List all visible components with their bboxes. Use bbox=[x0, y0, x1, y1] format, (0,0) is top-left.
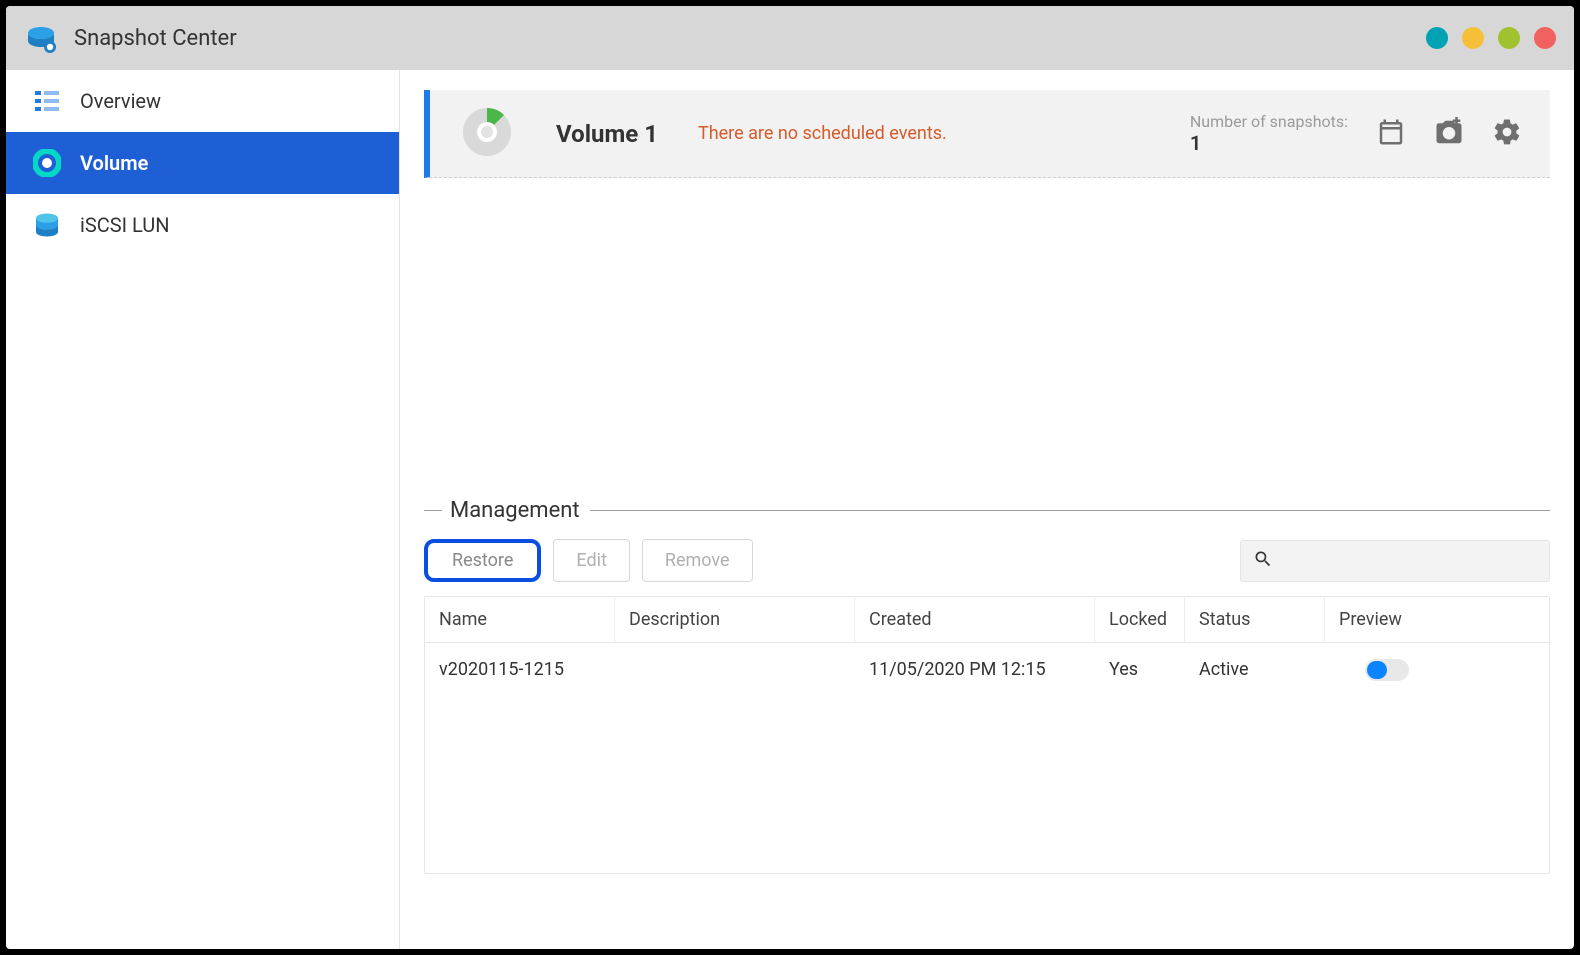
main-content: Volume 1 There are no scheduled events. … bbox=[400, 70, 1574, 949]
col-created[interactable]: Created bbox=[855, 597, 1095, 642]
volume-stats: Number of snapshots: 1 bbox=[1190, 112, 1522, 155]
take-snapshot-icon[interactable] bbox=[1434, 117, 1464, 151]
sidebar-item-label: Volume bbox=[80, 151, 148, 175]
window-controls bbox=[1426, 27, 1556, 49]
sidebar-item-label: Overview bbox=[80, 89, 161, 113]
cell-status: Active bbox=[1185, 655, 1325, 690]
snapshot-app-icon bbox=[24, 21, 58, 55]
window-control-dot[interactable] bbox=[1426, 27, 1448, 49]
snapshot-count-value: 1 bbox=[1190, 131, 1348, 155]
disk-usage-icon bbox=[458, 103, 516, 165]
settings-icon[interactable] bbox=[1492, 117, 1522, 151]
snapshot-table: Name Description Created Locked Status P… bbox=[424, 596, 1550, 874]
sidebar-item-iscsi[interactable]: iSCSI LUN bbox=[6, 194, 399, 256]
app-window: Snapshot Center Overview Volume bbox=[6, 6, 1574, 949]
col-name[interactable]: Name bbox=[425, 597, 615, 642]
cell-name: v2020115-1215 bbox=[425, 655, 615, 690]
search-icon bbox=[1253, 549, 1273, 573]
management-section: Management Restore Edit Remove Name bbox=[424, 498, 1550, 874]
remove-button[interactable]: Remove bbox=[642, 539, 753, 582]
volume-icon bbox=[32, 148, 62, 178]
window-control-dot[interactable] bbox=[1462, 27, 1484, 49]
titlebar-left: Snapshot Center bbox=[24, 21, 237, 55]
snapshot-count: Number of snapshots: 1 bbox=[1190, 112, 1348, 155]
restore-button[interactable]: Restore bbox=[424, 539, 541, 582]
cell-description bbox=[615, 655, 855, 690]
col-preview[interactable]: Preview bbox=[1325, 597, 1549, 642]
iscsi-icon bbox=[32, 210, 62, 240]
management-toolbar: Restore Edit Remove bbox=[424, 535, 1550, 596]
window-control-dot[interactable] bbox=[1498, 27, 1520, 49]
body: Overview Volume iSCSI LUN Volume 1 bbox=[6, 70, 1574, 949]
cell-preview bbox=[1325, 655, 1549, 690]
search-box[interactable] bbox=[1240, 540, 1550, 582]
window-title: Snapshot Center bbox=[74, 26, 237, 51]
table-row[interactable]: v2020115-1215 11/05/2020 PM 12:15 Yes Ac… bbox=[425, 643, 1549, 702]
volume-message: There are no scheduled events. bbox=[698, 123, 947, 144]
sidebar-item-overview[interactable]: Overview bbox=[6, 70, 399, 132]
window-control-dot[interactable] bbox=[1534, 27, 1556, 49]
schedule-icon[interactable] bbox=[1376, 117, 1406, 151]
management-title: Management bbox=[450, 498, 580, 523]
snapshot-count-label: Number of snapshots: bbox=[1190, 112, 1348, 131]
management-header: Management bbox=[424, 498, 1550, 523]
sidebar-item-volume[interactable]: Volume bbox=[6, 132, 399, 194]
cell-locked: Yes bbox=[1095, 655, 1185, 690]
titlebar: Snapshot Center bbox=[6, 6, 1574, 70]
col-locked[interactable]: Locked bbox=[1095, 597, 1185, 642]
search-input[interactable] bbox=[1281, 550, 1537, 571]
table-header: Name Description Created Locked Status P… bbox=[425, 597, 1549, 643]
col-description[interactable]: Description bbox=[615, 597, 855, 642]
table-body: v2020115-1215 11/05/2020 PM 12:15 Yes Ac… bbox=[425, 643, 1549, 873]
volume-actions bbox=[1376, 117, 1522, 151]
sidebar: Overview Volume iSCSI LUN bbox=[6, 70, 400, 949]
preview-toggle[interactable] bbox=[1365, 659, 1409, 681]
col-status[interactable]: Status bbox=[1185, 597, 1325, 642]
volume-name: Volume 1 bbox=[556, 120, 658, 148]
sidebar-item-label: iSCSI LUN bbox=[80, 213, 170, 237]
volume-panel[interactable]: Volume 1 There are no scheduled events. … bbox=[424, 90, 1550, 178]
cell-created: 11/05/2020 PM 12:15 bbox=[855, 655, 1095, 690]
edit-button[interactable]: Edit bbox=[553, 539, 629, 582]
overview-icon bbox=[32, 86, 62, 116]
